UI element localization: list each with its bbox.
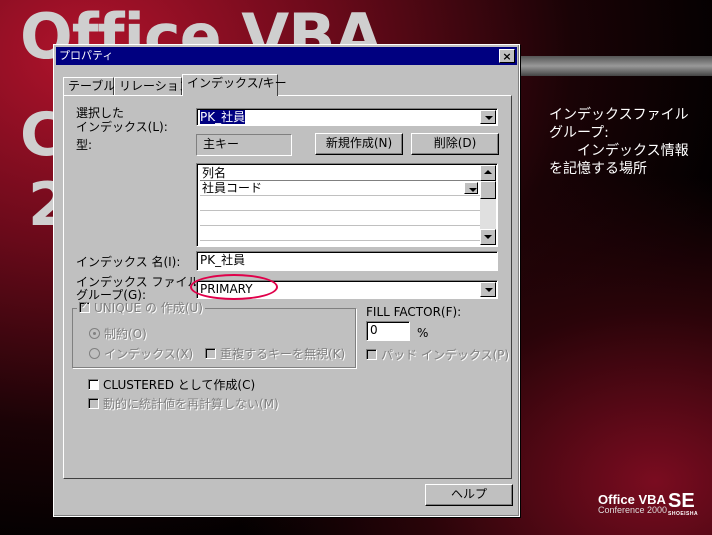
dialog-title: プロパティ (59, 49, 114, 62)
properties-dialog: プロパティ × テーブル リレーション インデックス/キー 選択した インデック… (53, 44, 520, 517)
selected-index-combo[interactable]: PK_社員 (196, 108, 498, 126)
clustered-label: CLUSTERED として作成(C) (103, 378, 256, 392)
fill-factor-label: FILL FACTOR(F): (366, 305, 462, 319)
fill-factor-input[interactable]: 0 (366, 321, 410, 341)
scroll-up-icon[interactable] (480, 165, 496, 181)
publisher-logo: SE SHOEISHA (668, 490, 698, 517)
unique-group: UNIQUE の 作成(U) 制約(O) インデックス(X) 重複するキーを無視… (72, 299, 356, 368)
column-grid[interactable]: 列名 社員コード (196, 163, 498, 247)
constraint-radio[interactable]: 制約(O) (89, 327, 147, 341)
table-row[interactable] (200, 196, 480, 211)
help-button[interactable]: ヘルプ (425, 484, 513, 506)
pad-index-label: パッド インデックス(P) (381, 348, 510, 362)
grid-scrollbar[interactable] (480, 165, 496, 245)
slide-annotation: インデックスファイルグループ: インデックス情報を記憶する場所 (549, 107, 689, 177)
delete-index-button[interactable]: 削除(D) (411, 133, 499, 155)
selected-index-value: PK_社員 (200, 110, 246, 124)
radio-icon (89, 348, 100, 359)
chevron-down-icon[interactable] (464, 182, 478, 194)
type-label: 型: (76, 138, 93, 152)
chevron-down-icon[interactable] (480, 110, 496, 124)
scroll-down-icon[interactable] (480, 229, 496, 245)
unique-label: UNIQUE の 作成(U) (94, 301, 203, 315)
index-name-label: インデックス 名(I): (76, 255, 181, 269)
chevron-down-icon[interactable] (480, 282, 496, 297)
ignore-duplicate-checkbox[interactable]: 重複するキーを無視(K) (205, 347, 345, 361)
tab-table[interactable]: テーブル (63, 77, 115, 95)
table-row[interactable]: 社員コード (200, 181, 480, 196)
filegroup-highlight (190, 274, 278, 300)
type-value: 主キー (196, 134, 292, 156)
close-icon: × (502, 50, 512, 63)
checkbox-icon (205, 348, 216, 359)
index-option-label: インデックス(X) (104, 347, 194, 361)
selected-index-label: 選択した インデックス(L): (76, 106, 168, 134)
checkbox-icon (79, 299, 90, 313)
table-row[interactable] (200, 211, 480, 226)
tab-relation[interactable]: リレーション (114, 77, 191, 95)
dialog-titlebar: プロパティ × (56, 47, 517, 65)
publisher-logo-mark: SE (668, 490, 695, 512)
auto-stats-checkbox[interactable]: 動的に統計値を再計算しない(M) (88, 397, 279, 411)
table-row[interactable] (200, 226, 480, 241)
conference-logo: Office VBA Conference 2000 (598, 492, 667, 515)
tab-index-key[interactable]: インデックス/キー (182, 74, 287, 96)
slide-swoosh (500, 56, 712, 76)
index-radio[interactable]: インデックス(X) (89, 347, 193, 361)
publisher-logo-name: SHOEISHA (668, 511, 699, 517)
constraint-label: 制約(O) (104, 327, 147, 341)
scroll-thumb[interactable] (480, 181, 496, 199)
fill-factor-unit: % (417, 326, 429, 340)
checkbox-icon (88, 398, 99, 409)
logo-sub-text: Conference 2000 (598, 505, 668, 515)
close-button[interactable]: × (499, 49, 515, 63)
checkbox-icon (88, 379, 99, 390)
clustered-checkbox[interactable]: CLUSTERED として作成(C) (88, 378, 255, 392)
grid-header: 列名 (200, 166, 480, 181)
new-index-button[interactable]: 新規作成(N) (315, 133, 403, 155)
pad-index-checkbox[interactable]: パッド インデックス(P) (366, 348, 509, 362)
checkbox-icon (366, 349, 377, 360)
auto-stats-label: 動的に統計値を再計算しない(M) (103, 397, 279, 411)
grid-cell: 社員コード (202, 181, 263, 195)
ignore-duplicate-label: 重複するキーを無視(K) (220, 347, 346, 361)
filegroup-label: インデックス ファイル グループ(G): (76, 275, 200, 302)
index-name-input[interactable]: PK_社員 (196, 251, 498, 271)
radio-icon (89, 328, 100, 339)
unique-checkbox[interactable]: UNIQUE の 作成(U) (77, 299, 205, 315)
